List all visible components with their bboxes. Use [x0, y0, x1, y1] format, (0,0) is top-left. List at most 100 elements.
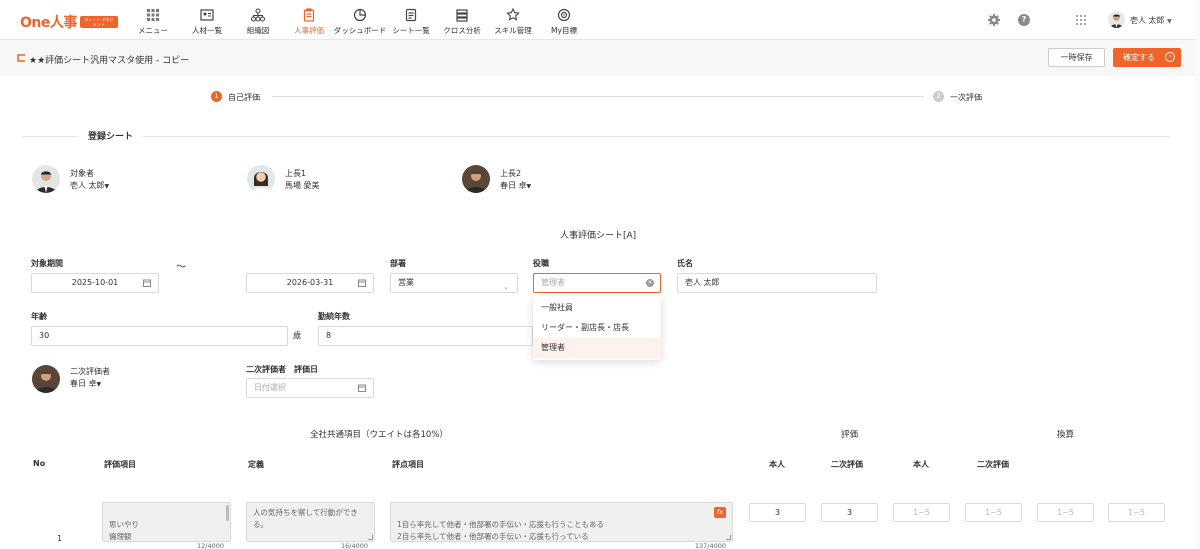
caret-down-icon: ▼ — [96, 381, 102, 388]
position-option-selected[interactable]: 管理者 — [533, 338, 661, 358]
avatar — [247, 165, 275, 193]
second-evaluator: 二次評価者 春日 卓▼ — [32, 365, 152, 395]
user-menu[interactable]: 壱人 太郎 ▼ — [1130, 15, 1172, 26]
char-count: 12/4000 — [196, 542, 224, 549]
tenure-value: 8 — [326, 331, 332, 340]
formula-icon[interactable]: fx — [714, 507, 726, 518]
id-card-icon — [200, 9, 214, 21]
clipboard-icon — [303, 8, 315, 22]
column-header-self: 本人 — [769, 460, 785, 469]
conversion-group-header: 換算 — [1057, 430, 1075, 440]
confirm-label: 確定する — [1123, 53, 1155, 62]
org-chart-icon — [251, 8, 265, 22]
period-start-field[interactable]: 2025-10-01 — [31, 273, 159, 293]
page-title: ★★評価シート汎用マスタ使用 - コピー — [29, 56, 190, 66]
sheet-title: 人事評価シート[A] — [560, 231, 637, 241]
user-name: 壱人 太郎 — [1130, 16, 1165, 25]
position-option[interactable]: リーダー・副店長・店長 — [533, 318, 661, 338]
tenure-field[interactable]: 8 — [318, 326, 533, 346]
step-2-indicator: 2 — [933, 91, 944, 102]
user-avatar[interactable] — [1108, 11, 1125, 28]
column-header-self-converted: 本人 — [913, 460, 929, 469]
age-label: 年齢 — [31, 312, 47, 321]
grid-icon — [147, 9, 159, 21]
second-score-input[interactable]: 3 — [821, 503, 878, 522]
tenure-label: 勤続年数 — [318, 312, 350, 321]
nav-label: ダッシュボード — [333, 26, 387, 35]
help-icon[interactable]: ? — [1018, 14, 1030, 26]
period-start-value: 2025-10-01 — [71, 278, 119, 287]
second-eval-date-field[interactable]: 日付選択 — [246, 378, 374, 398]
document-icon — [405, 8, 417, 22]
department-select[interactable]: 営業 ⌄ — [390, 273, 518, 293]
nav-menu[interactable]: メニュー — [123, 6, 183, 36]
person-role: 上長2 — [500, 169, 522, 178]
back-bracket-icon[interactable] — [16, 53, 26, 63]
period-end-value: 2026-03-31 — [286, 278, 334, 287]
column-header-item: 評価項目 — [104, 460, 136, 469]
gear-icon[interactable] — [988, 14, 1000, 26]
target-person: 対象者 壱人 太郎▼ — [32, 165, 152, 195]
section-divider — [22, 136, 1170, 137]
item-text: 思いやり 倫理観 — [109, 520, 139, 541]
app-logo[interactable]: One人事 タレント マネジメント — [20, 12, 118, 32]
target-icon — [557, 8, 571, 22]
position-dropdown: 一般社員 リーダー・副店長・店長 管理者 — [533, 296, 661, 360]
points-textarea[interactable]: 1自ら率先して他者・他部署の手伝い・応援も行うこともある 2自ら率先して他者・他… — [390, 502, 733, 549]
stepper-line — [272, 96, 924, 97]
nav-label: My目標 — [551, 26, 577, 35]
page-scrollbar[interactable] — [1195, 0, 1200, 549]
person-role: 対象者 — [70, 169, 94, 178]
position-option[interactable]: 一般社員 — [533, 298, 661, 318]
self-converted-input[interactable]: 1~5 — [893, 503, 950, 522]
registration-section-title: 登録シート — [78, 129, 144, 142]
person-name-dropdown[interactable]: 春日 卓▼ — [70, 378, 101, 389]
step-2-label: 一次評価 — [950, 93, 982, 102]
nav-label: スキル管理 — [494, 26, 532, 35]
item-textarea[interactable]: 思いやり 倫理観 12/4000 — [102, 502, 231, 549]
char-count: 137/4000 — [694, 542, 726, 549]
chevron-down-icon: ⌄ — [503, 283, 509, 291]
person-name-dropdown[interactable]: 春日 卓▼ — [500, 180, 531, 191]
calendar-icon — [358, 384, 366, 392]
self-score-input[interactable]: 3 — [749, 503, 806, 522]
textarea-scrollbar[interactable] — [226, 505, 229, 521]
caret-down-icon: ▼ — [104, 183, 110, 190]
convert-input-2[interactable]: 1~5 — [1108, 503, 1165, 522]
person-name: 春日 卓 — [70, 379, 97, 388]
boss1-person: 上長1 馬場 愛美 — [247, 165, 367, 195]
arrow-right-circle-icon: › — [1165, 52, 1175, 62]
resize-handle[interactable] — [726, 535, 731, 540]
confirm-button[interactable]: 確定する › — [1113, 48, 1181, 67]
resize-handle[interactable] — [368, 535, 373, 540]
age-value: 30 — [39, 331, 50, 340]
date-placeholder: 日付選択 — [254, 383, 286, 392]
position-select[interactable]: 管理者 × — [533, 273, 661, 293]
star-badge-icon — [506, 8, 520, 21]
clear-icon[interactable]: × — [646, 279, 654, 287]
person-name-dropdown[interactable]: 壱人 太郎▼ — [70, 180, 109, 191]
convert-input-1[interactable]: 1~5 — [1037, 503, 1094, 522]
calendar-icon — [358, 279, 366, 287]
second-converted-input[interactable]: 1~5 — [965, 503, 1022, 522]
avatar — [32, 165, 60, 193]
definition-textarea[interactable]: 人の気持ちを察して行動ができる。 16/4000 — [246, 502, 375, 549]
evaluation-group-header: 評価 — [841, 430, 859, 440]
avatar — [32, 365, 60, 393]
app-launcher-icon[interactable] — [1075, 14, 1087, 26]
position-label: 役職 — [533, 259, 549, 268]
nav-label: クロス分析 — [443, 26, 481, 35]
person-name: 馬場 愛美 — [285, 181, 320, 190]
person-role: 二次評価者 — [70, 367, 110, 376]
temporary-save-button[interactable]: 一時保存 — [1048, 48, 1105, 67]
name-field[interactable]: 壱人 太郎 — [677, 273, 877, 293]
nav-my-goals[interactable]: My目標 — [534, 6, 594, 36]
position-placeholder: 管理者 — [541, 278, 565, 287]
age-field[interactable]: 30 — [31, 326, 288, 346]
stack-icon — [456, 9, 468, 22]
period-end-field[interactable]: 2026-03-31 — [246, 273, 374, 293]
nav-label: 人事評価 — [294, 26, 324, 35]
table-section-title: 全社共通項目（ウエイトは各10%） — [310, 430, 448, 440]
person-name: 春日 卓 — [500, 181, 527, 190]
nav-label: シート一覧 — [392, 26, 430, 35]
